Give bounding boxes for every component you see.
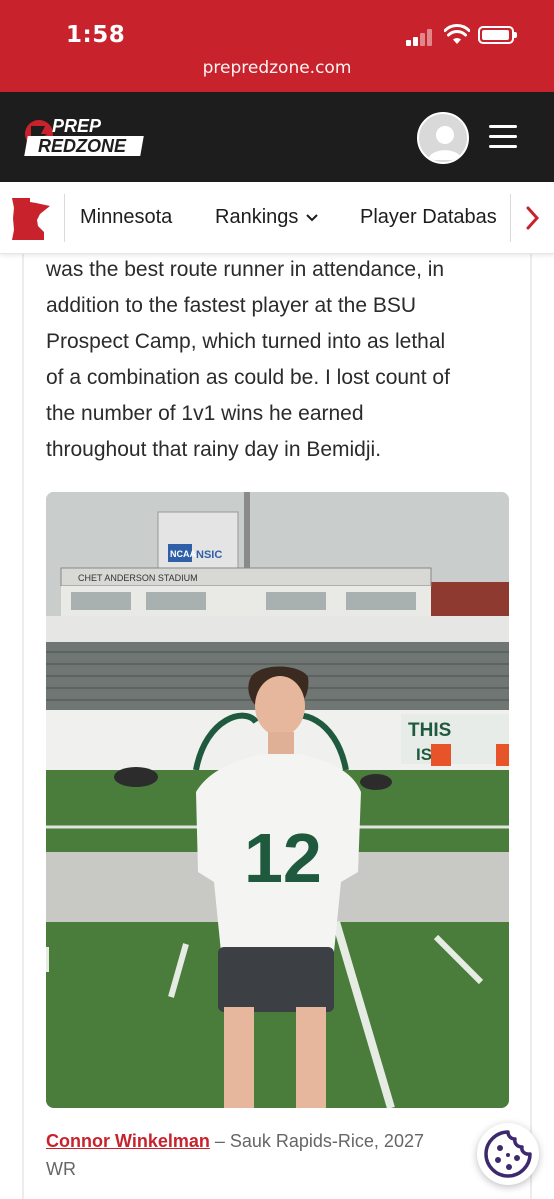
- site-header: PREP REDZONE: [0, 92, 554, 182]
- menu-icon[interactable]: [489, 125, 517, 149]
- caption-position: WR: [46, 1159, 76, 1179]
- wall-text-1: THIS: [408, 720, 451, 741]
- photo-caption: Connor Winkelman – Sauk Rapids-Rice, 202…: [46, 1127, 486, 1183]
- nav-divider: [64, 194, 65, 242]
- paragraph-line: of a combination as could be. I lost cou…: [46, 366, 450, 389]
- nav-item-label: Minnesota: [80, 206, 173, 228]
- article-border-right: [530, 254, 532, 1199]
- nav-scroll-right-button[interactable]: [510, 194, 554, 242]
- prep-redzone-logo[interactable]: PREP REDZONE: [22, 112, 152, 158]
- jersey-number: 12: [244, 819, 322, 897]
- nav-overflow: Player Databas: [360, 182, 508, 254]
- svg-text:PREP: PREP: [52, 116, 102, 136]
- paragraph-line: the number of 1v1 wins he earned: [46, 402, 364, 425]
- article-paragraph: was the best route runner in attendance,…: [46, 252, 516, 468]
- nsic-logo-text: NSIC: [196, 549, 222, 561]
- cellular-signal-icon: [406, 28, 434, 46]
- player-photo[interactable]: NCAA NSIC CHET ANDERSON STADIUM THIS IS: [46, 492, 509, 1108]
- ncaa-logo-text: NCAA: [170, 549, 196, 559]
- wifi-icon: [444, 24, 470, 44]
- nav-item-player-database[interactable]: Player Databas: [360, 206, 497, 229]
- article-border-left: [22, 254, 24, 1199]
- paragraph-line: throughout that rainy day in Bemidji.: [46, 438, 382, 461]
- clock: 1:58: [66, 22, 126, 48]
- nav-item-label: Rankings: [215, 206, 299, 228]
- cookie-icon: [484, 1130, 532, 1178]
- minnesota-state-icon[interactable]: [10, 196, 52, 242]
- battery-icon: [478, 26, 517, 44]
- cookie-settings-button[interactable]: [477, 1123, 539, 1185]
- paragraph-line: was the best route runner in attendance,…: [46, 258, 445, 281]
- chevron-down-icon: [306, 214, 319, 222]
- chevron-right-icon: [526, 206, 540, 230]
- paragraph-line: addition to the fastest player at the BS…: [46, 294, 417, 317]
- url-bar[interactable]: prepredzone.com: [0, 58, 554, 78]
- paragraph-line: Prospect Camp, which turned into as leth…: [46, 330, 446, 353]
- wall-text-2: IS: [416, 745, 432, 764]
- stadium-sign-text: CHET ANDERSON STADIUM: [78, 573, 198, 583]
- browser-status-bar: 1:58 prepredzone.com: [0, 0, 554, 92]
- stadium-scene-image: NCAA NSIC CHET ANDERSON STADIUM THIS IS: [46, 492, 509, 1108]
- nav-item-rankings[interactable]: Rankings: [215, 206, 319, 229]
- svg-text:REDZONE: REDZONE: [38, 136, 127, 156]
- player-name-link[interactable]: Connor Winkelman: [46, 1131, 210, 1151]
- user-avatar[interactable]: [417, 112, 469, 164]
- state-nav-bar: Minnesota Rankings Player Databas: [0, 182, 554, 254]
- nav-item-minnesota[interactable]: Minnesota: [80, 206, 172, 229]
- caption-details: – Sauk Rapids-Rice, 2027: [209, 1131, 424, 1151]
- nav-item-label: Player Databas: [360, 206, 497, 228]
